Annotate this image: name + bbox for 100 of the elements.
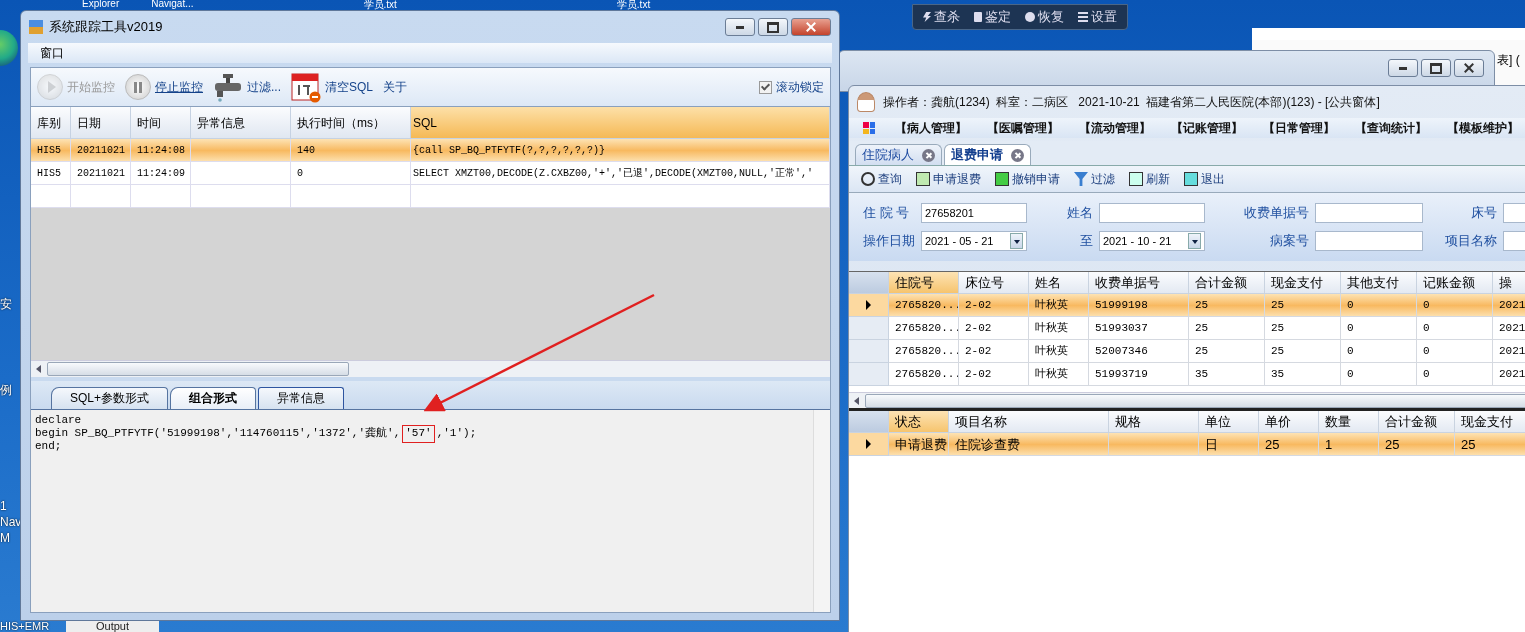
column-header[interactable]: 库别 (31, 107, 71, 139)
column-header[interactable]: 项目名称 (949, 411, 1109, 433)
column-header[interactable]: 异常信息 (191, 107, 291, 139)
column-header[interactable]: 住院号 (889, 272, 959, 294)
grid-icon[interactable] (863, 122, 875, 134)
column-header[interactable]: SQL (411, 107, 830, 139)
menu-item[interactable]: 【病人管理】 (895, 119, 967, 137)
input-field[interactable] (1315, 203, 1423, 223)
window-title: 表] ( (1497, 52, 1520, 69)
table-cell: HIS5 (37, 168, 61, 179)
table-row[interactable]: 2765820... 2-02 叶秋英 51999198 25 25 0 0 2021 (849, 294, 1525, 317)
toolbar-button[interactable]: 查询 (861, 170, 902, 188)
maximize-button[interactable] (1421, 59, 1451, 77)
globe-icon[interactable] (0, 30, 18, 66)
toolbar-button[interactable]: 过滤... (213, 72, 281, 102)
menu-item[interactable]: 【医嘱管理】 (987, 119, 1059, 137)
tab[interactable]: SQL+参数形式 (51, 387, 169, 409)
row-header[interactable] (849, 433, 889, 456)
minimize-button[interactable] (1388, 59, 1418, 77)
toolbar-button[interactable]: 清空SQL (291, 71, 374, 103)
table-row[interactable]: 2765820... 2-02 叶秋英 52007346 25 25 0 0 2021 (849, 340, 1525, 363)
tab[interactable]: 异常信息 (258, 387, 345, 409)
column-header[interactable]: 日期 (71, 107, 131, 139)
tab[interactable]: 组合形式 (170, 387, 257, 409)
column-header[interactable]: 床位号 (959, 272, 1029, 294)
column-header[interactable]: 数量 (1319, 411, 1379, 433)
toolbar-button[interactable]: 恢复 (1025, 8, 1064, 26)
column-header[interactable]: 其他支付 (1341, 272, 1417, 294)
column-header[interactable]: 单位 (1199, 411, 1259, 433)
table-row[interactable]: 申请退费 住院诊查费 日 25 1 25 25 (849, 433, 1525, 456)
desktop-icon-label[interactable]: 1 (0, 498, 7, 514)
column-header[interactable]: 时间 (131, 107, 191, 139)
menu-item[interactable]: 【日常管理】 (1263, 119, 1335, 137)
field-label: 至 (1079, 232, 1094, 250)
code-line: declare (35, 414, 83, 427)
column-header[interactable]: 执行时间（ms） (291, 107, 411, 139)
desktop-icon-label[interactable]: HIS+EMR (0, 620, 50, 632)
field-label: 住 院 号 (863, 204, 911, 222)
vertical-scrollbar[interactable] (813, 410, 830, 612)
desktop-icon-label[interactable]: Nav (0, 514, 22, 530)
desktop-icon-label[interactable]: 例 (0, 382, 12, 398)
toolbar-button[interactable]: 过滤 (1074, 170, 1115, 188)
table-cell: 11:24:09 (137, 168, 185, 179)
table-cell: SELECT XMZT00,DECODE(Z.CXBZ00,'+','已退',DECODE(XMZT00,NULL,'正常',' (413, 168, 814, 179)
menu-item[interactable]: 【查询统计】 (1355, 119, 1427, 137)
column-header[interactable]: 收费单据号 (1089, 272, 1189, 294)
toolbar-button[interactable]: 设置 (1078, 8, 1117, 26)
menu-item[interactable]: 【记账管理】 (1171, 119, 1243, 137)
toolbar-button[interactable]: 鉴定 (974, 8, 1011, 26)
column-header[interactable]: 操 (1493, 272, 1525, 294)
column-header[interactable]: 合计金额 (1189, 272, 1265, 294)
column-header[interactable]: 现金支付 (1265, 272, 1341, 294)
input-field[interactable] (1099, 203, 1205, 223)
toolbar-button[interactable]: 撤销申请 (995, 170, 1060, 188)
desktop-icon-label[interactable]: M (0, 530, 10, 546)
column-header[interactable]: 合计金额 (1379, 411, 1455, 433)
search-icon (861, 172, 875, 186)
table-row[interactable]: HIS5 20211021 11:24:08 140 {call SP_BQ_PTFYTF(?,?,?,?,?,?)} (31, 139, 830, 162)
column-header[interactable]: 状态 (889, 411, 949, 433)
row-header[interactable] (849, 294, 889, 317)
toolbar-button[interactable]: 关于 (383, 78, 408, 96)
table-cell: 0 (297, 168, 303, 179)
toolbar-button[interactable]: 刷新 (1129, 170, 1170, 188)
menu-item[interactable]: 【流动管理】 (1079, 119, 1151, 137)
input-field[interactable] (1315, 231, 1423, 251)
table-cell: 叶秋英 (1035, 299, 1068, 311)
table-cell: 51999198 (1095, 299, 1148, 311)
tab[interactable]: 住院病人 (855, 144, 942, 165)
column-header[interactable]: 姓名 (1029, 272, 1089, 294)
pause-icon (125, 74, 151, 100)
column-header[interactable]: 现金支付 (1455, 411, 1525, 433)
tab[interactable]: 退费申请 (944, 144, 1031, 165)
maximize-button[interactable] (758, 18, 788, 36)
column-header[interactable]: 规格 (1109, 411, 1199, 433)
column-header[interactable]: 单价 (1259, 411, 1319, 433)
close-button[interactable] (1454, 59, 1484, 77)
minimize-button[interactable] (725, 18, 755, 36)
table-row[interactable]: 2765820... 2-02 叶秋英 51993037 25 25 0 0 2021 (849, 317, 1525, 340)
horizontal-scrollbar[interactable] (31, 360, 830, 377)
date-field[interactable]: 2021 - 05 - 21 (921, 231, 1027, 251)
input-field[interactable]: 27658201 (921, 203, 1027, 223)
menu-item[interactable]: 【模板维护】 (1447, 119, 1519, 137)
column-header[interactable]: 记账金额 (1417, 272, 1493, 294)
scroll-lock-checkbox[interactable]: 滚动锁定 (759, 78, 824, 96)
menu-item[interactable]: 窗口 (40, 44, 64, 62)
table-cell: 25 (1195, 345, 1209, 357)
desktop-icon-label[interactable]: 安 (0, 296, 12, 312)
table-row[interactable]: HIS5 20211021 11:24:09 0 SELECT XMZT00,DECODE(Z.CXBZ00,'+','已退',DECODE(XMZT00,NULL,'正常',' (31, 162, 830, 185)
toolbar-button[interactable]: 退出 (1184, 170, 1225, 188)
sql-text-area[interactable]: declare begin SP_BQ_PTFYTF('51999198','114760115','1372','龚航', '57' ,'1'); end; (31, 409, 830, 612)
toolbar-button[interactable]: 查杀 (923, 8, 960, 26)
row-pointer-icon (866, 300, 871, 310)
code-line: end; (35, 440, 63, 453)
toolbar-button[interactable]: 申请退费 (916, 170, 981, 188)
horizontal-scrollbar[interactable] (849, 392, 1525, 408)
toolbar-button[interactable]: 停止监控 (125, 74, 203, 100)
date-field[interactable]: 2021 - 10 - 21 (1099, 231, 1205, 251)
table-cell: 2021 (1499, 322, 1525, 334)
table-cell: 25 (1271, 345, 1285, 357)
table-row[interactable]: 2765820... 2-02 叶秋英 51993719 35 35 0 0 2021 (849, 363, 1525, 386)
